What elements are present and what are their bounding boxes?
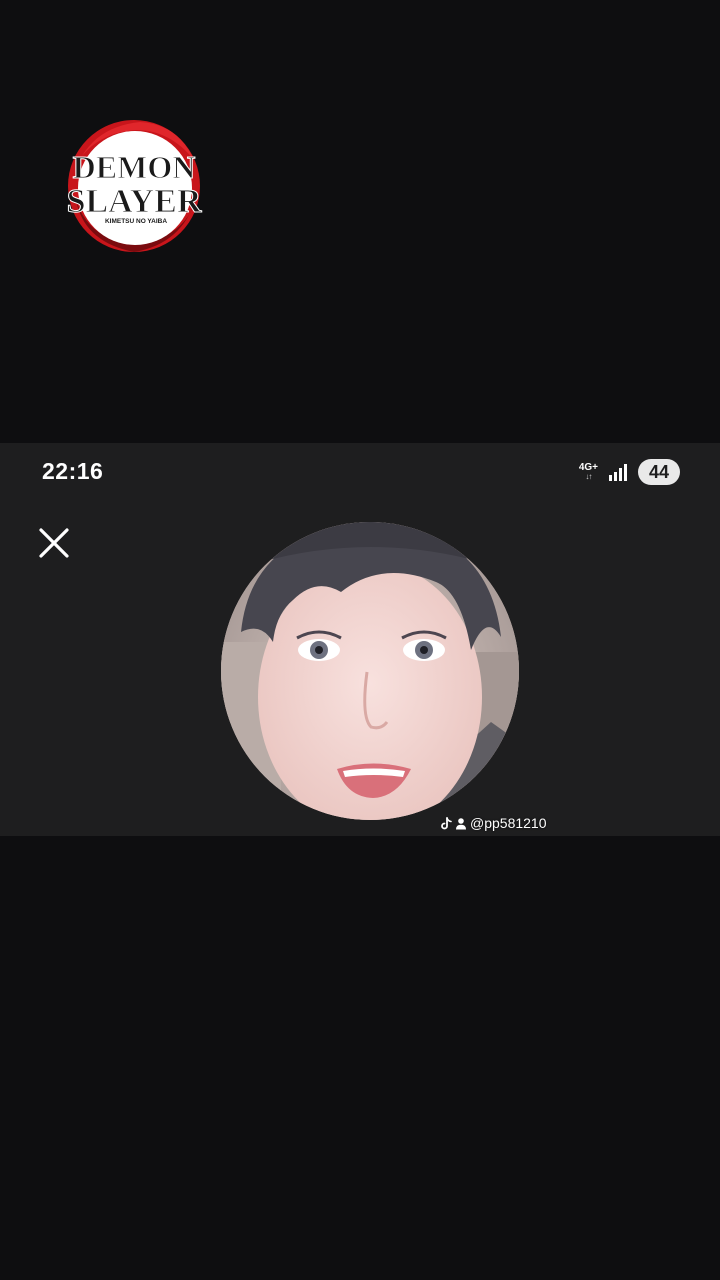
profile-avatar[interactable]: [221, 522, 519, 820]
demon-slayer-logo: DEMON SLAYER KIMETSU NO YAIBA: [60, 116, 210, 256]
status-time: 22:16: [42, 458, 104, 484]
logo-line-2: SLAYER: [67, 183, 202, 220]
embedded-screenshot: 22:16 4G+ ↓↑ 44 @pp581210: [0, 443, 720, 836]
close-x-icon: [39, 528, 69, 558]
network-type-indicator: 4G+ ↓↑: [579, 463, 598, 481]
tiktok-icon: [441, 816, 452, 829]
person-icon: [456, 817, 466, 829]
status-icons: 4G+ ↓↑ 44: [579, 457, 680, 487]
logo-line-1: DEMON: [73, 149, 196, 185]
demon-slayer-logo-graphic: DEMON SLAYER KIMETSU NO YAIBA: [66, 120, 202, 252]
profile-photo: [221, 522, 519, 820]
tiktok-watermark: @pp581210: [440, 813, 547, 833]
signal-bars-icon: [609, 464, 627, 481]
close-button[interactable]: [34, 523, 74, 563]
battery-level-badge: 44: [638, 459, 680, 485]
logo-subtitle: KIMETSU NO YAIBA: [105, 218, 167, 225]
data-activity-icon: ↓↑: [585, 472, 592, 481]
creator-handle: @pp581210: [470, 815, 547, 831]
